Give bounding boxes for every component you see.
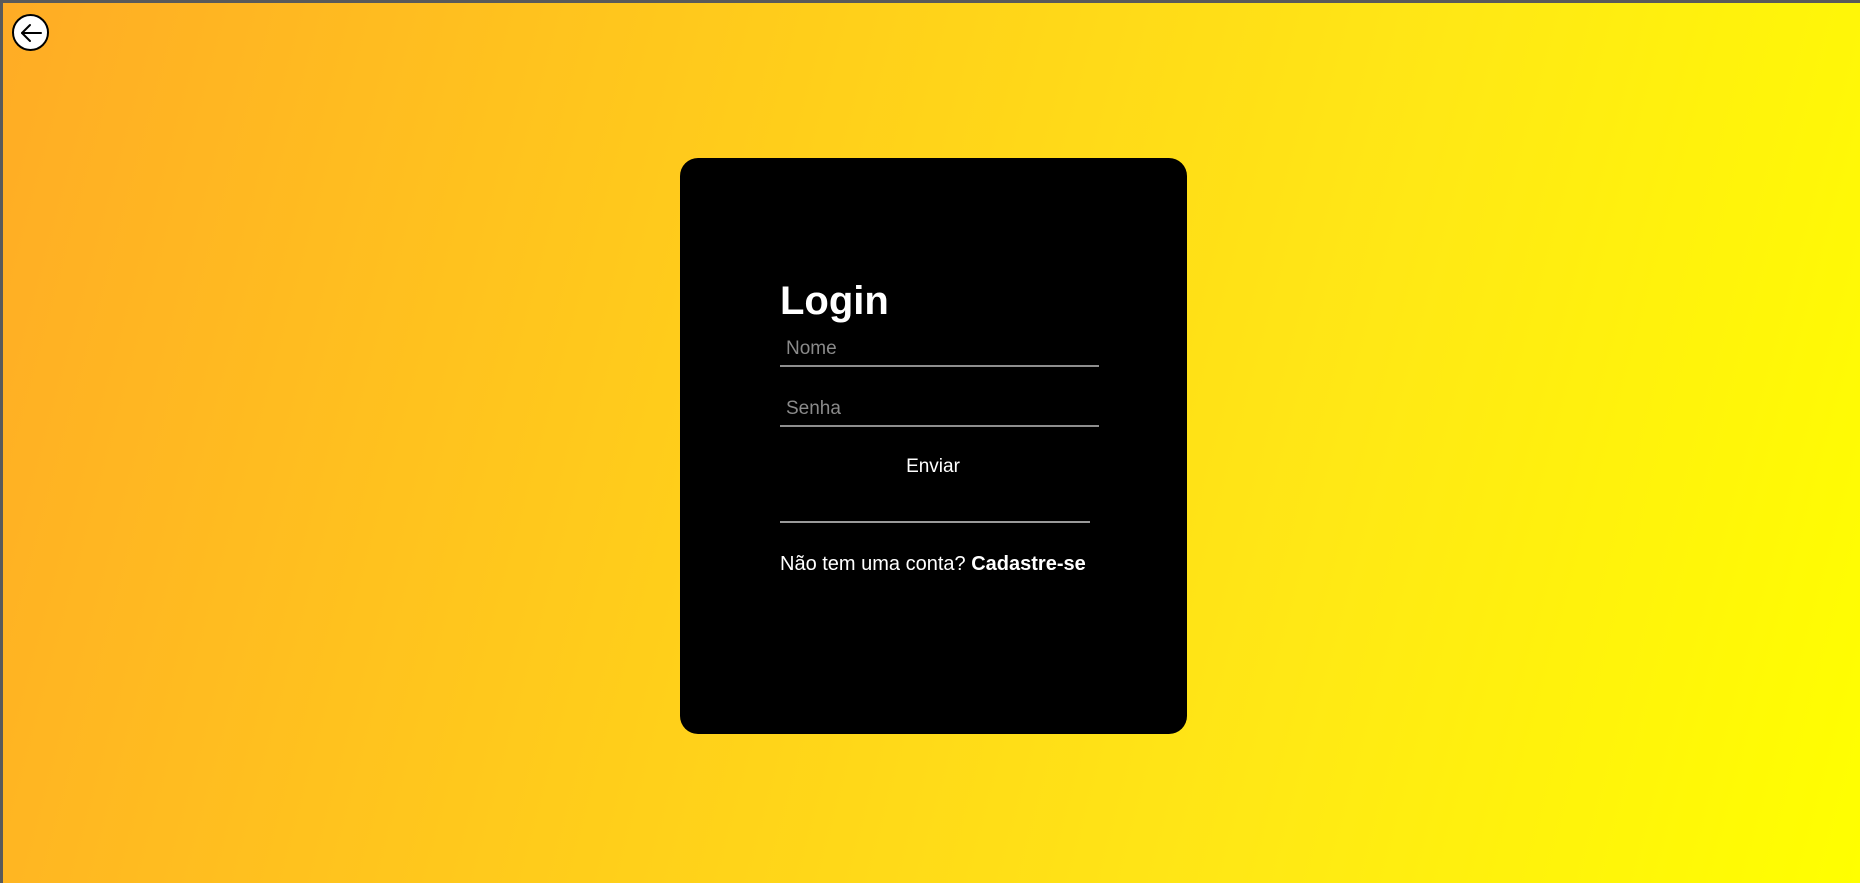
login-title: Login bbox=[780, 279, 889, 323]
login-card: Login Enviar Não tem uma conta? Cadastre… bbox=[680, 158, 1187, 734]
signup-prompt-text: Não tem uma conta? bbox=[780, 553, 966, 575]
submit-button[interactable]: Enviar bbox=[780, 448, 1086, 486]
signup-prompt-row: Não tem uma conta? Cadastre-se bbox=[780, 553, 1086, 576]
name-input[interactable] bbox=[780, 333, 1099, 367]
signup-link[interactable]: Cadastre-se bbox=[971, 553, 1086, 575]
password-input[interactable] bbox=[780, 393, 1099, 427]
back-button[interactable] bbox=[12, 14, 49, 51]
page-background: Login Enviar Não tem uma conta? Cadastre… bbox=[3, 3, 1860, 883]
arrow-left-icon bbox=[20, 23, 42, 42]
divider bbox=[780, 521, 1090, 523]
